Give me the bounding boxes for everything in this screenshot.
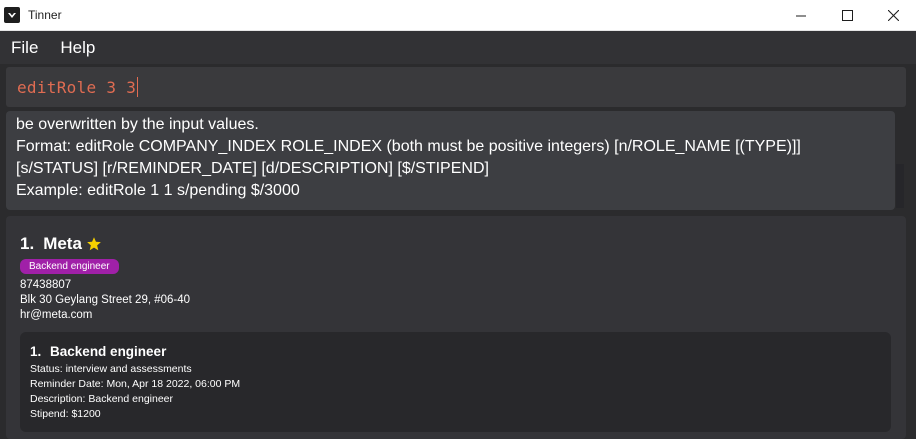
minimize-icon: [796, 15, 806, 16]
role-reminder-date: Reminder Date: Mon, Apr 18 2022, 06:00 P…: [30, 378, 241, 390]
result-line: Format: editRole COMPANY_INDEX ROLE_INDE…: [16, 138, 801, 155]
company-phone: 87438807: [20, 279, 72, 291]
role-card[interactable]: 1. Backend engineer Status: interview an…: [20, 332, 891, 432]
company-list-scrollbar[interactable]: [906, 216, 916, 439]
company-email: hr@meta.com: [20, 309, 93, 321]
title-bar: Tinner: [0, 0, 916, 31]
company-header: 1. Meta: [20, 234, 102, 254]
result-scrollbar[interactable]: [896, 164, 904, 208]
role-description: Description: Backend engineer: [30, 393, 174, 405]
menu-help[interactable]: Help: [49, 38, 106, 58]
app-window: Tinner File Help editRole 3 3 be overwri…: [0, 0, 916, 439]
result-line: [s/STATUS] [r/REMINDER_DATE] [d/DESCRIPT…: [16, 160, 489, 177]
company-name: Meta: [43, 234, 82, 253]
close-icon: [887, 10, 899, 21]
favourite-star-icon[interactable]: [86, 236, 102, 252]
result-line: be overwritten by the input values.: [16, 116, 259, 133]
result-display[interactable]: be overwritten by the input values. Form…: [6, 111, 895, 210]
minimize-button[interactable]: [778, 0, 824, 31]
command-input-text: editRole 3 3: [17, 77, 137, 97]
role-status: Status: interview and assessments: [30, 363, 192, 375]
app-logo-icon: [4, 7, 20, 23]
company-index: 1.: [20, 234, 35, 253]
role-title: 1. Backend engineer: [30, 344, 166, 359]
maximize-icon: [841, 10, 853, 21]
role-stipend: Stipend: $1200: [30, 408, 101, 420]
menu-file[interactable]: File: [0, 38, 49, 58]
window-title: Tinner: [28, 8, 62, 22]
close-button[interactable]: [870, 0, 916, 31]
command-input[interactable]: editRole 3 3: [6, 67, 906, 107]
result-text: be overwritten by the input values. Form…: [16, 114, 801, 202]
maximize-button[interactable]: [824, 0, 870, 31]
window-controls: [778, 0, 916, 31]
company-address: Blk 30 Geylang Street 29, #06-40: [20, 294, 191, 306]
role-name: Backend engineer: [50, 344, 167, 359]
result-line: Example: editRole 1 1 s/pending $/3000: [16, 182, 300, 199]
role-tag: Backend engineer: [20, 259, 119, 274]
role-index: 1.: [30, 344, 42, 359]
text-caret: [137, 77, 139, 97]
menu-bar: File Help: [0, 31, 916, 64]
